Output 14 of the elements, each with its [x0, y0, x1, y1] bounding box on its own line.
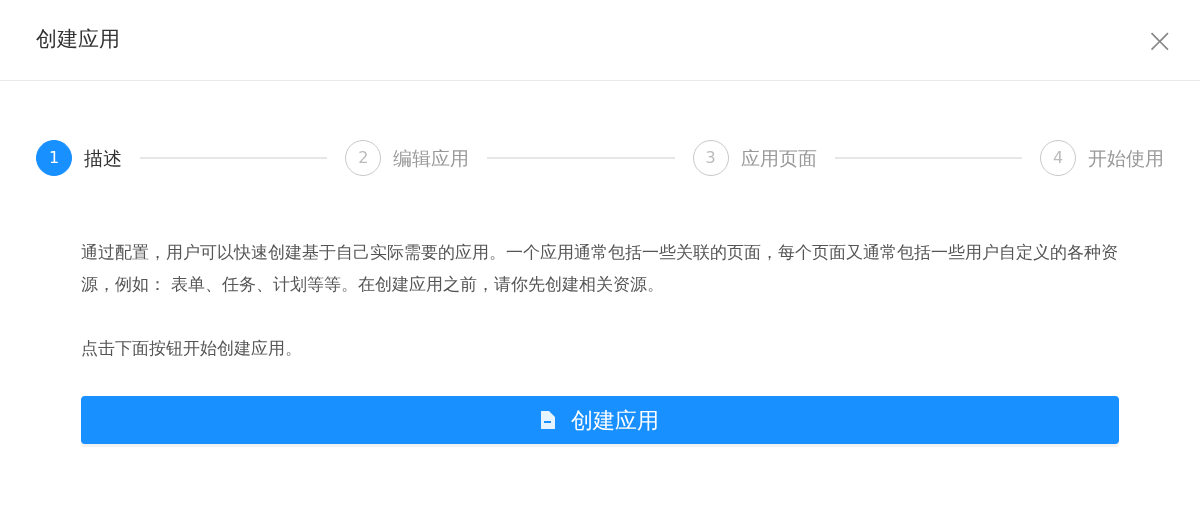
step-number: 4 — [1040, 140, 1076, 176]
description-text: 点击下面按钮开始创建应用。 — [81, 337, 303, 360]
document-icon — [541, 411, 555, 429]
step-number: 2 — [345, 140, 382, 176]
close-button[interactable]: × — [1141, 23, 1178, 57]
step-number: 3 — [692, 140, 729, 176]
dialog-title: 创建应用 — [36, 26, 120, 54]
step-label: 开始使用 — [1088, 145, 1164, 171]
step-label: 描述 — [84, 145, 122, 171]
step-label: 编辑应用 — [393, 145, 470, 171]
create-app-button[interactable]: 创建应用 — [81, 396, 1119, 444]
description-text: 通过配置，用户可以快速创建基于自己实际需要的应用。一个应用通常包括一些关联的页面，每个页面又通常包括一些用户自定义的各种资源，例如： 表单、任务、计划等等。在创建应用之前，请你先创建相关资源。 — [81, 241, 1119, 296]
step-label: 应用页面 — [740, 145, 817, 171]
step-number: 1 — [36, 140, 72, 176]
